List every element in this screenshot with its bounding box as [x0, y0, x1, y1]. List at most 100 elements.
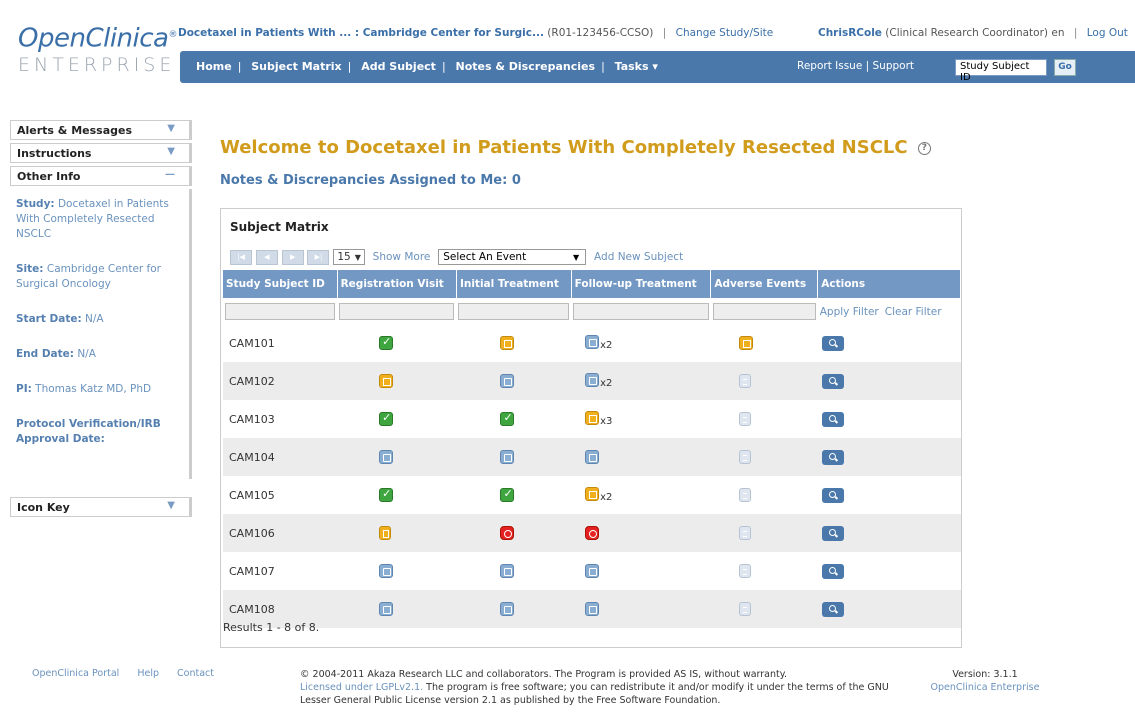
view-subject-icon[interactable]	[821, 487, 844, 503]
go-button[interactable]: Go	[1054, 59, 1076, 76]
event-not-scheduled-icon[interactable]	[738, 526, 751, 540]
table-row: CAM103 x3	[223, 400, 961, 438]
language[interactable]: en	[1051, 27, 1064, 39]
col-follow-up-treatment[interactable]: Follow-up Treatment	[571, 270, 712, 298]
event-completed-icon[interactable]	[379, 487, 394, 502]
prev-page-icon[interactable]: ◀	[255, 249, 278, 265]
site-label: Site:	[16, 263, 44, 275]
nav-tasks[interactable]: Tasks ▾	[615, 60, 658, 73]
study-label: Study:	[16, 198, 55, 210]
event-scheduled-icon[interactable]	[500, 564, 515, 578]
follow-up-treatment-cell	[571, 438, 711, 476]
add-new-subject-link[interactable]: Add New Subject	[594, 251, 683, 263]
nav-add-subject[interactable]: Add Subject	[361, 60, 436, 73]
nav-notes-discrepancies[interactable]: Notes & Discrepancies	[456, 60, 596, 73]
col-study-subject-id[interactable]: Study Subject ID	[223, 270, 338, 298]
logout-link[interactable]: Log Out	[1087, 27, 1128, 39]
contact-link[interactable]: Contact	[177, 668, 214, 679]
change-study-link[interactable]: Change Study/Site	[676, 27, 774, 39]
event-stopped-icon[interactable]	[500, 526, 515, 540]
col-registration-visit[interactable]: Registration Visit	[337, 270, 457, 298]
view-subject-icon[interactable]	[821, 563, 844, 579]
portal-link[interactable]: OpenClinica Portal	[32, 668, 119, 679]
apply-filter-link[interactable]: Apply Filter	[820, 306, 879, 318]
adverse-events-cell	[711, 324, 818, 362]
subject-id-cell: CAM101	[229, 336, 275, 350]
actions-cell	[817, 514, 961, 552]
sidebar-tab-instructions[interactable]: Instructions ▼	[10, 143, 192, 163]
event-scheduled-icon[interactable]	[500, 602, 515, 616]
col-initial-treatment[interactable]: Initial Treatment	[456, 270, 572, 298]
select-event-dropdown[interactable]: Select An Event ▼	[438, 249, 587, 265]
filter-follow-up-treatment[interactable]	[573, 302, 709, 320]
event-not-scheduled-icon[interactable]	[738, 564, 751, 578]
event-scheduled-icon[interactable]	[585, 450, 600, 464]
view-subject-icon[interactable]	[821, 373, 844, 389]
page-size-select[interactable]: 15 ▼	[333, 249, 365, 265]
view-subject-icon[interactable]	[821, 335, 844, 351]
license-link[interactable]: Licensed under LGPLv2.1.	[300, 682, 423, 693]
event-scheduled-icon[interactable]	[585, 564, 600, 578]
nav-home[interactable]: Home	[196, 60, 232, 73]
last-page-icon[interactable]: ▶|	[307, 249, 330, 265]
event-scheduled-icon[interactable]	[585, 602, 600, 616]
event-data-entry-started-icon[interactable]	[738, 336, 753, 350]
user-name[interactable]: ChrisRCole	[818, 27, 882, 39]
registration-visit-cell	[337, 590, 457, 628]
event-not-scheduled-icon[interactable]	[738, 412, 751, 426]
event-scheduled-icon[interactable]	[379, 602, 394, 616]
sidebar-tab-other-info[interactable]: Other Info —	[10, 166, 192, 186]
event-data-entry-started-icon[interactable]	[585, 487, 600, 501]
filter-initial-treatment[interactable]	[458, 302, 570, 320]
event-scheduled-icon[interactable]	[500, 374, 515, 388]
event-not-scheduled-icon[interactable]	[738, 602, 751, 616]
subject-id-cell: CAM104	[223, 438, 338, 476]
subject-search-input[interactable]: Study Subject ID	[955, 59, 1047, 83]
help-icon[interactable]: ?	[917, 141, 931, 155]
event-stopped-icon[interactable]	[585, 526, 600, 540]
notes-assigned-link[interactable]: Notes & Discrepancies Assigned to Me: 0	[220, 173, 521, 188]
next-page-icon[interactable]: ▶	[281, 249, 304, 265]
app-logo[interactable]: OpenClinica® ENTERPRISE	[18, 20, 183, 76]
event-data-entry-started-icon[interactable]	[585, 411, 600, 425]
filter-registration-visit[interactable]	[339, 302, 455, 320]
event-completed-icon[interactable]	[500, 487, 515, 502]
filter-adverse-events[interactable]	[712, 302, 816, 320]
view-subject-icon[interactable]	[821, 411, 844, 427]
view-subject-icon[interactable]	[821, 525, 844, 541]
follow-up-treatment-cell: x2	[571, 476, 711, 514]
nav-subject-matrix[interactable]: Subject Matrix	[251, 60, 341, 73]
event-not-scheduled-icon[interactable]	[738, 374, 751, 388]
event-completed-icon[interactable]	[379, 335, 394, 350]
event-locked-icon[interactable]	[379, 526, 392, 540]
pi-label: PI:	[16, 383, 32, 395]
view-subject-icon[interactable]	[821, 601, 844, 617]
first-page-icon[interactable]: |◀	[230, 249, 252, 265]
col-adverse-events[interactable]: Adverse Events	[710, 270, 819, 298]
event-not-scheduled-icon[interactable]	[738, 450, 751, 464]
event-data-entry-started-icon[interactable]	[500, 336, 515, 350]
subject-id-cell: CAM103	[229, 412, 275, 426]
follow-up-treatment-cell: x2	[571, 324, 711, 362]
initial-treatment-cell	[456, 476, 571, 514]
help-link[interactable]: Help	[137, 668, 159, 679]
event-scheduled-icon[interactable]	[500, 450, 515, 464]
event-scheduled-icon[interactable]	[379, 450, 394, 464]
support-link[interactable]: Support	[873, 60, 915, 72]
event-completed-icon[interactable]	[500, 411, 515, 426]
edition-link[interactable]: OpenClinica Enterprise	[931, 682, 1040, 693]
event-scheduled-icon[interactable]	[585, 373, 600, 387]
view-subject-icon[interactable]	[821, 449, 844, 465]
clear-filter-link[interactable]: Clear Filter	[885, 306, 942, 318]
filter-subject-id[interactable]	[225, 302, 336, 320]
sidebar-tab-icon-key[interactable]: Icon Key ▼	[10, 497, 192, 517]
sidebar-tab-alerts[interactable]: Alerts & Messages ▼	[10, 120, 192, 140]
event-data-entry-started-icon[interactable]	[379, 374, 394, 388]
event-completed-icon[interactable]	[379, 411, 394, 426]
event-scheduled-icon[interactable]	[379, 564, 394, 578]
event-not-scheduled-icon[interactable]	[738, 488, 751, 502]
report-issue-link[interactable]: Report Issue	[797, 60, 862, 72]
page-title-text: Welcome to Docetaxel in Patients With Co…	[220, 137, 908, 158]
event-scheduled-icon[interactable]	[585, 335, 600, 349]
show-more-link[interactable]: Show More	[373, 251, 431, 263]
